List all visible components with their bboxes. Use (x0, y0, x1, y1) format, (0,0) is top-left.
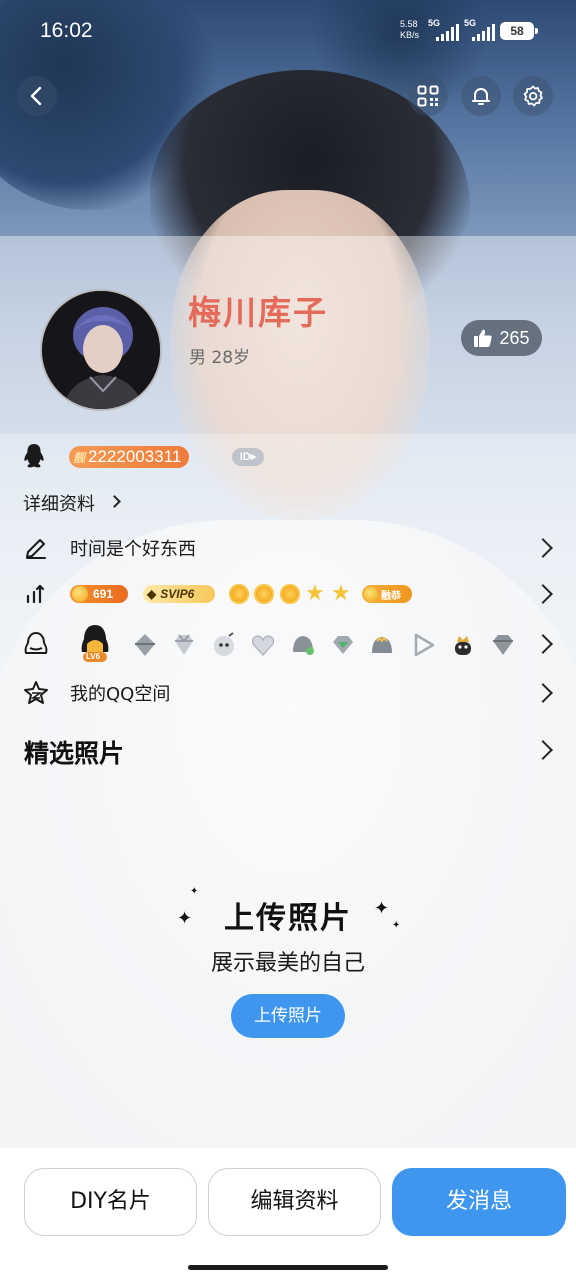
network-speed: 5.58 KB/s (400, 19, 420, 40)
upload-photo-button[interactable]: 上传照片 (231, 994, 345, 1038)
send-message-button[interactable]: 发消息 (392, 1168, 566, 1236)
pencil-icon (22, 534, 50, 562)
photos-section-title[interactable]: 精选照片 (24, 734, 124, 770)
qr-code-icon (417, 85, 439, 107)
qq-level-badge: 691 (70, 585, 128, 603)
gear-icon (523, 85, 543, 107)
qr-code-button[interactable] (408, 76, 448, 116)
edit-profile-button[interactable]: 编辑资料 (208, 1168, 381, 1236)
chevron-right-icon (533, 584, 553, 604)
upload-title: 上传照片 (224, 901, 352, 936)
bell-icon (472, 88, 490, 105)
status-time: 16:02 (40, 19, 93, 42)
qq-badge-icon (22, 630, 50, 658)
nickname: 梅川库子 (188, 293, 328, 332)
coin-icon (72, 586, 88, 602)
back-button[interactable] (17, 76, 57, 116)
gender-age: 男 28岁 (189, 348, 251, 368)
qq-penguin-icon (22, 443, 46, 473)
qzone-row[interactable]: 我的QQ空间 (0, 675, 576, 711)
like-count: 265 (499, 327, 530, 348)
qzone-label: 我的QQ空间 (70, 684, 171, 705)
star-icon: ★ (305, 581, 325, 606)
avatar[interactable] (40, 289, 162, 411)
detail-profile-link[interactable]: 详细资料 (23, 490, 95, 516)
svip-badge: ◆ SVIP6 (143, 585, 215, 603)
sim1-signal-icon: 5G (428, 18, 460, 42)
chevron-right-icon (533, 634, 553, 654)
diamond-badge-icon (171, 632, 197, 658)
notification-button[interactable] (461, 76, 501, 116)
bottom-action-bar: DIY名片 编辑资料 发消息 (0, 1148, 576, 1280)
chevron-right-icon (533, 538, 553, 558)
lv6-penguin-badge: LV6 (78, 622, 112, 664)
svip-hat-icon: ◆ (147, 587, 157, 601)
thumbs-up-icon (474, 329, 493, 347)
sun-icon (229, 584, 249, 604)
honor-badge: 融恭 (362, 585, 412, 603)
sun-icon (254, 584, 274, 604)
avatar-image (42, 291, 160, 409)
signature-row[interactable]: 时间是个好东西 (0, 530, 576, 566)
home-indicator[interactable] (188, 1265, 388, 1270)
qq-crown-mark: 靓 (73, 450, 86, 465)
crown-helmet-badge-icon (369, 632, 395, 658)
gear-helmet-badge-icon (290, 632, 316, 658)
settings-button[interactable] (513, 76, 553, 116)
qq-number-badge[interactable]: 靓 2222003311 (69, 446, 190, 468)
back-arrow-icon (30, 86, 42, 106)
upload-subtitle: 展示最美的自己 (210, 951, 365, 976)
chevron-right-icon (533, 683, 553, 703)
signature-text: 时间是个好东西 (70, 539, 196, 560)
qq-number: 2222003311 (88, 447, 182, 466)
sim2-signal-icon: 5G (464, 18, 496, 42)
bomb-badge-icon (211, 632, 237, 658)
qzone-star-icon (22, 679, 50, 707)
heart-badge-icon (250, 632, 276, 658)
status-bar: 16:02 5.58 KB/s 5G 5G 58 (0, 0, 576, 64)
penguin-king-badge-icon (450, 632, 476, 658)
star-icon: ★ (331, 581, 351, 606)
id-tag-button[interactable]: ID▸ (232, 448, 264, 466)
helmet-badge-icon (132, 632, 158, 658)
like-button[interactable]: 265 (461, 320, 542, 356)
battery-icon: 58 (500, 22, 538, 40)
diy-card-button[interactable]: DIY名片 (24, 1168, 197, 1236)
honor-icon (364, 587, 378, 601)
green-gem-badge-icon (330, 632, 356, 658)
sun-icon (280, 584, 300, 604)
play-badge-icon (410, 632, 436, 658)
crystal-badge-icon (490, 632, 516, 658)
level-up-icon (22, 580, 50, 608)
